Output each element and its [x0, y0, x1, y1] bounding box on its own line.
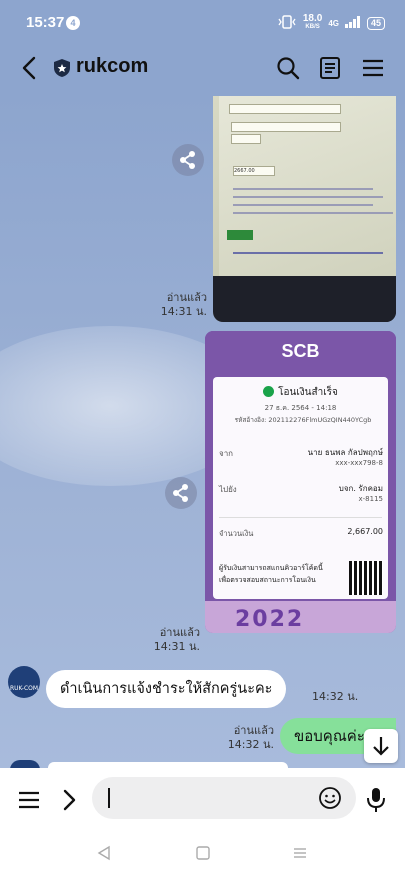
sent-image-transfer-slip[interactable]: SCB โอนเงินสำเร็จ 27 ธ.ค. 2564 - 14:18 ร…: [205, 331, 396, 633]
photo-amount-field: 2667.00: [233, 166, 275, 176]
slip-to-label: ไปยัง: [219, 485, 237, 494]
status-icons: 18.0 KB/S 4G 45: [277, 14, 385, 32]
outgoing-meta: อ่านแล้ว 14:32 น.: [216, 724, 274, 752]
share-icon: [180, 151, 195, 169]
emoji-icon[interactable]: [318, 786, 342, 814]
photo-input-row: [231, 122, 341, 132]
slip-from-label: จาก: [219, 449, 234, 458]
share-button-1[interactable]: [172, 144, 204, 176]
net-speed: 18.0 KB/S: [303, 14, 322, 32]
divider: [219, 517, 382, 518]
read-label: อ่านแล้ว: [166, 291, 207, 304]
read-label: อ่านแล้ว: [233, 724, 274, 737]
slip-from-name: นาย ธนพล กัลปพฤกษ์: [307, 448, 383, 457]
battery-icon: 45: [366, 16, 385, 30]
message-time: 14:31 น.: [160, 305, 207, 318]
slip-bank-logo: SCB: [281, 341, 320, 361]
message-time: 14:31 น.: [153, 640, 200, 653]
message-input-bar: [0, 768, 405, 830]
chat-header: rukcom: [0, 40, 405, 96]
slip-amount: 2,667.00: [347, 527, 383, 536]
photo-text-line: [233, 204, 373, 206]
status-bar: 15:37 4 18.0 KB/S 4G 45: [0, 0, 405, 40]
read-label: อ่านแล้ว: [159, 626, 200, 639]
photo-input-row: [229, 104, 341, 114]
scroll-to-bottom-button[interactable]: [364, 729, 398, 763]
photo-taskbar: [213, 276, 396, 322]
network-type: 4G: [328, 18, 339, 28]
chat-area[interactable]: 2667.00 อ่านแล้ว 14:31 น. SCB โอนเงินสำเ…: [0, 96, 405, 768]
message-input[interactable]: [92, 777, 356, 819]
share-icon: [173, 484, 188, 502]
slip-year: 2022: [235, 607, 305, 632]
avatar-label: RUK-COM: [9, 685, 39, 692]
qr-code: [349, 561, 383, 595]
nav-recents-icon[interactable]: [292, 845, 308, 865]
image1-meta: อ่านแล้ว 14:31 น.: [150, 291, 207, 319]
image2-meta: อ่านแล้ว 14:31 น.: [143, 626, 200, 654]
photo-text-line: [233, 252, 383, 254]
avatar[interactable]: RUK-COM: [8, 666, 40, 698]
slip-from-account: xxx-xxx798-8: [335, 459, 383, 467]
expand-chevron-icon[interactable]: [57, 788, 81, 812]
net-speed-value: 18.0: [302, 13, 323, 24]
avatar: [10, 760, 40, 768]
sent-image-screen-photo[interactable]: 2667.00: [213, 96, 396, 322]
arrow-down-icon: [373, 737, 389, 756]
slip-amount-label: จำนวนเงิน: [219, 529, 254, 538]
share-button-2[interactable]: [165, 477, 197, 509]
slip-footer: 2022: [205, 601, 396, 633]
signal-icon: [344, 15, 361, 31]
notes-icon[interactable]: [318, 56, 342, 80]
incoming-message-time: 14:32 น.: [312, 690, 359, 703]
text-caret: [108, 788, 110, 808]
back-arrow-icon[interactable]: [18, 54, 42, 82]
notification-count-badge: 4: [66, 16, 80, 30]
search-icon[interactable]: [276, 56, 300, 80]
chat-title: rukcom: [76, 55, 149, 77]
incoming-message[interactable]: ดำเนินการแจ้งชำระให้สักครู่นะคะ: [46, 670, 287, 708]
slip-to-name: บจก. รักคอม: [338, 484, 383, 493]
message-time: 14:32 น.: [227, 738, 274, 751]
photo-input-row: [231, 134, 261, 144]
photo-screen-content: 2667.00: [219, 96, 396, 276]
photo-text-line: [233, 212, 393, 214]
nav-back-icon[interactable]: [96, 845, 112, 865]
photo-green-button: [227, 230, 253, 240]
menu-icon[interactable]: [17, 788, 41, 812]
status-time: 15:37: [26, 14, 65, 31]
system-navigation-bar: [0, 830, 405, 878]
slip-qr-text-1: ผู้รับเงินสามารถสแกนคิวอาร์โค้ดนี้: [219, 564, 323, 572]
microphone-icon[interactable]: [364, 786, 388, 812]
photo-text-line: [233, 196, 383, 198]
slip-qr-text-2: เพื่อตรวจสอบสถานะการโอนเงิน: [219, 576, 316, 584]
slip-card: โอนเงินสำเร็จ 27 ธ.ค. 2564 - 14:18 รหัสอ…: [213, 377, 388, 599]
net-speed-unit: KB/S: [305, 24, 320, 30]
official-shield-icon: [53, 58, 71, 82]
slip-status: โอนเงินสำเร็จ: [213, 385, 388, 400]
menu-icon[interactable]: [361, 56, 385, 80]
slip-to-account: x-8115: [358, 495, 383, 503]
vibrate-icon: [277, 14, 297, 32]
photo-text-line: [233, 188, 373, 190]
slip-status-text: โอนเงินสำเร็จ: [278, 387, 338, 398]
slip-date: 27 ธ.ค. 2564 - 14:18: [264, 404, 337, 412]
nav-home-icon[interactable]: [195, 845, 211, 865]
check-icon: [263, 386, 275, 397]
slip-ref: รหัสอ้างอิง: 20211227​6FlmUGzQIN440YCgb: [234, 416, 372, 424]
